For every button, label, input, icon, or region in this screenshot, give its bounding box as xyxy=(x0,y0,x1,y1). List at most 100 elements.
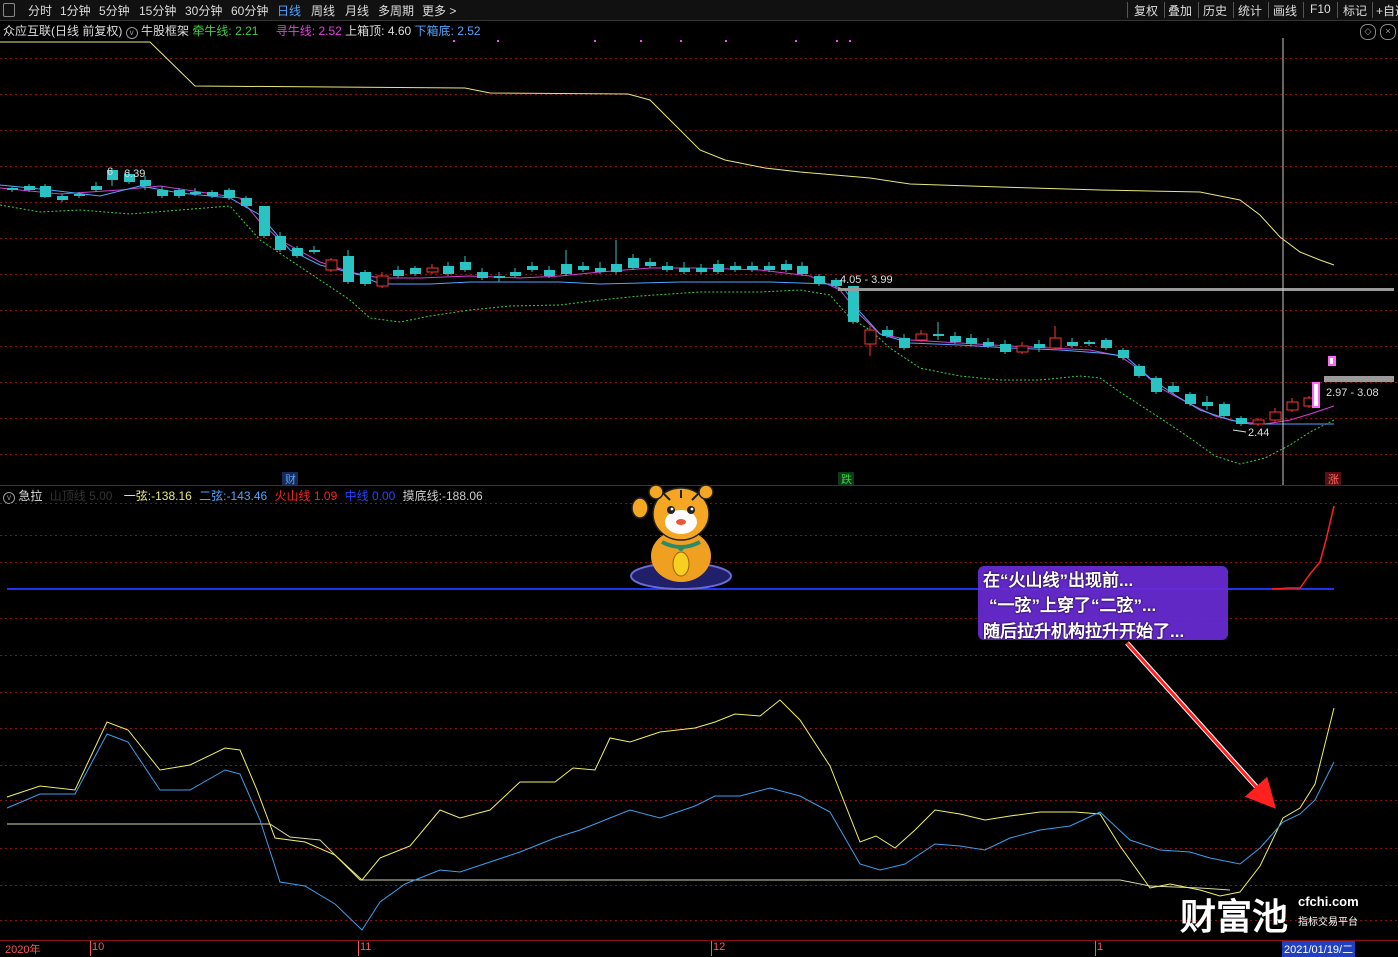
x-tick xyxy=(1095,941,1096,956)
watermark-tagline: 指标交易平台 xyxy=(1298,917,1358,928)
candlestick xyxy=(1016,342,1029,354)
x-axis-label: 11 xyxy=(360,941,372,953)
yixian-value: -138.16 xyxy=(151,489,192,503)
watermark-brand: 财富池 xyxy=(1180,897,1289,938)
huoshan-value: 1.09 xyxy=(313,489,338,503)
candlestick xyxy=(713,260,724,274)
x-axis-label: 2020年 xyxy=(5,944,41,956)
candlestick xyxy=(443,262,454,276)
candlestick xyxy=(561,250,572,276)
candlestick xyxy=(747,262,758,272)
candlestick xyxy=(915,330,928,342)
range-label-lower: 2.97 - 3.08 xyxy=(1326,387,1379,399)
signal-dot xyxy=(640,40,642,42)
candlestick xyxy=(645,258,656,268)
candlestick xyxy=(611,240,622,274)
signal-dot xyxy=(849,40,851,42)
erxian-label: 二弦: xyxy=(199,489,227,503)
candlestick-chart: 6 6.39 4.05 - 3.99 2.97 - 3.08 2.44 财 跌 … xyxy=(0,38,1398,486)
candlestick xyxy=(1219,402,1230,418)
candlestick xyxy=(797,262,808,276)
candlestick xyxy=(325,258,338,272)
candlestick xyxy=(393,266,404,278)
candlestick xyxy=(679,262,690,274)
candlestick xyxy=(628,254,639,270)
candlestick xyxy=(57,194,68,202)
candlestick xyxy=(527,262,538,272)
cursor-date-label: 2021/01/19/二 xyxy=(1282,941,1356,957)
indicator-settings-icon[interactable]: v xyxy=(3,492,15,504)
die-marker: 跌 xyxy=(841,472,852,486)
signal-dot xyxy=(795,40,797,42)
modi-value: -188.06 xyxy=(442,489,483,503)
zhang-marker: 涨 xyxy=(1328,473,1339,486)
range-bar-upper xyxy=(838,288,1394,291)
candlestick xyxy=(1185,392,1196,406)
candlestick xyxy=(578,262,589,272)
candlestick xyxy=(662,262,673,272)
candlestick xyxy=(343,250,354,284)
candlestick xyxy=(1000,340,1011,354)
candlestick xyxy=(91,182,102,192)
candlestick xyxy=(899,334,910,350)
candlestick xyxy=(360,270,371,286)
candlestick xyxy=(259,206,270,238)
huoshan-label: 火山线 xyxy=(274,489,311,503)
candlestick xyxy=(1252,418,1265,426)
candlestick xyxy=(1049,326,1062,350)
qianniu-line xyxy=(0,204,1335,465)
x-tick xyxy=(90,941,91,956)
candlestick xyxy=(933,322,944,340)
candlestick xyxy=(40,184,51,198)
x-axis-label: 1 xyxy=(1097,941,1104,953)
high-price-label: 6.39 xyxy=(124,168,145,180)
erxian-line xyxy=(6,733,1335,931)
candlestick xyxy=(696,264,707,274)
candlestick xyxy=(224,188,235,200)
yixian-line xyxy=(6,699,1335,897)
signal-dot xyxy=(594,40,596,42)
candlestick xyxy=(1286,398,1299,412)
indicator-header: v 急拉 山顶线 5.00 一弦:-138.16 二弦:-143.46 火山线 … xyxy=(3,487,483,504)
candlestick xyxy=(1034,340,1045,352)
modi-line xyxy=(7,823,1231,891)
candlestick xyxy=(781,260,792,272)
range-label-upper: 4.05 - 3.99 xyxy=(840,274,893,286)
candlestick xyxy=(1202,396,1213,410)
yixian-label: 一弦: xyxy=(123,489,152,503)
low-arrow xyxy=(1232,429,1247,433)
candlestick xyxy=(730,262,741,272)
candlestick xyxy=(510,268,521,278)
signal-dot xyxy=(725,40,727,42)
candlestick xyxy=(309,246,320,254)
signal-bar xyxy=(1314,384,1318,406)
range-bar-lower xyxy=(1324,376,1394,382)
watermark-site: cfchi.com xyxy=(1298,894,1359,909)
candlestick xyxy=(1134,364,1145,378)
candlestick xyxy=(1269,408,1282,422)
candlestick xyxy=(1101,338,1112,350)
x-tick xyxy=(711,941,712,956)
high-tick-label: 6 xyxy=(107,166,113,178)
shanding-label: 山顶线 xyxy=(49,489,86,503)
tiger-mascot-icon xyxy=(630,484,732,590)
zhongxian-label: 中线 xyxy=(344,489,369,503)
signal-dot xyxy=(680,40,682,42)
annotation-line-3: 随后拉升机构拉升开始了... xyxy=(983,622,1185,641)
candlestick xyxy=(157,186,168,198)
candlestick xyxy=(477,268,488,280)
x-axis: 2020年 10 11 12 1 2021/01/19/二 xyxy=(0,941,1398,957)
candlestick xyxy=(494,272,505,282)
modi-label: 摸底线: xyxy=(402,489,443,503)
signal-bar-top xyxy=(1330,358,1333,364)
candlestick xyxy=(241,196,252,208)
erxian-value: -143.46 xyxy=(226,489,268,503)
candlestick xyxy=(848,286,859,324)
candlestick xyxy=(426,264,439,274)
candlestick xyxy=(1151,376,1162,394)
huoshan-line xyxy=(1271,505,1335,590)
candlestick xyxy=(1168,382,1179,394)
xiaxiang-line xyxy=(0,184,1334,425)
signal-dot xyxy=(836,40,838,42)
candlestick xyxy=(864,326,877,356)
